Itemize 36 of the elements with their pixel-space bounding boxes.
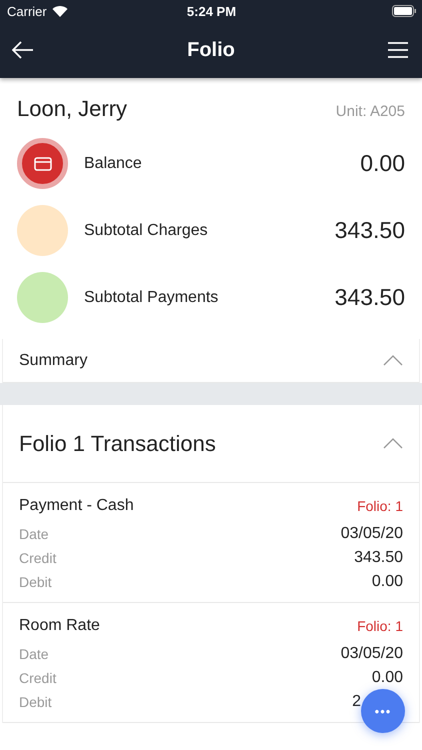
folio-number: Folio: 1 [357,618,403,634]
collapse-chevron-icon[interactable] [383,355,403,366]
total-value: 0.00 [360,150,405,177]
field-label: Debit [19,574,52,590]
field-label: Date [19,646,49,662]
transaction-name: Room Rate [19,617,100,635]
wifi-icon [52,5,68,17]
field-value: 03/05/20 [340,525,403,543]
field-label: Credit [19,550,56,566]
status-time: 5:24 PM [186,4,236,18]
total-label: Subtotal Charges [84,222,209,240]
field-value: 0.00 [372,573,403,591]
total-label: Balance [84,154,143,172]
section-title: Folio 1 Transactions [19,430,216,456]
total-label: Subtotal Payments [84,288,220,306]
total-value: 343.50 [334,217,405,244]
back-button[interactable] [12,41,34,59]
section-title: Summary [19,352,88,370]
field-value: 0.00 [372,669,403,687]
field-value: 343.50 [354,549,403,567]
battery-icon [392,5,416,17]
card-icon [34,156,52,170]
guest-name: Loon, Jerry [17,96,128,122]
carrier-text: Carrier [7,4,47,18]
page-title: Folio [187,38,235,62]
folio-number: Folio: 1 [357,498,403,514]
unit-label: Unit: A205 [336,103,405,120]
total-value: 343.50 [334,284,405,311]
field-label: Date [19,526,49,542]
field-label: Debit [19,694,52,710]
field-value: 03/05/20 [340,645,403,663]
field-value: 2 [352,693,361,711]
field-label: Credit [19,670,56,686]
collapse-chevron-icon[interactable] [383,438,403,449]
menu-button[interactable] [388,42,408,58]
transaction-name: Payment - Cash [19,497,134,515]
